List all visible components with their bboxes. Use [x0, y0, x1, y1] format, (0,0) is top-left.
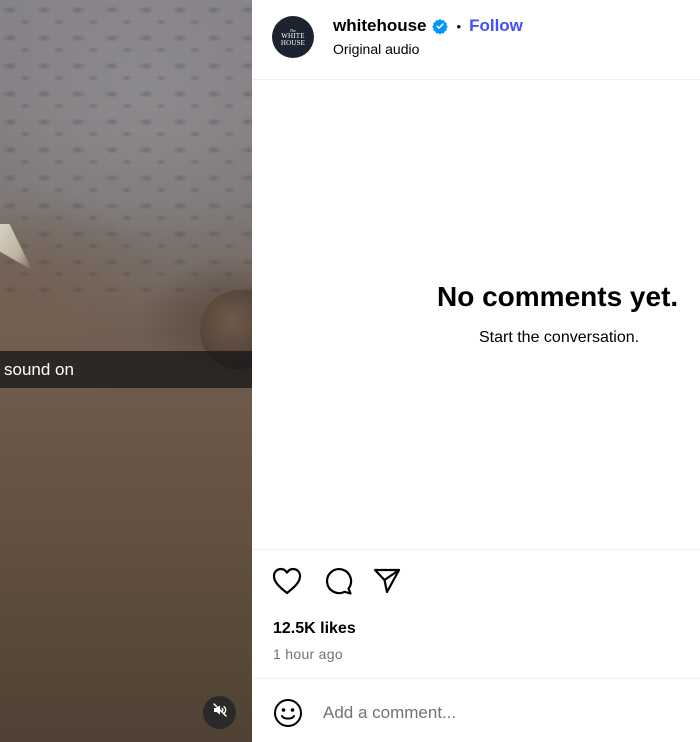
separator-dot: • — [456, 18, 462, 34]
heart-icon — [272, 567, 302, 600]
avatar-text-line2: HOUSE — [280, 38, 306, 47]
speaker-muted-icon — [212, 702, 228, 723]
share-button[interactable] — [371, 567, 403, 599]
add-comment-bar — [252, 680, 700, 742]
username-row: whitehouse • Follow — [333, 15, 523, 37]
mute-toggle-button[interactable] — [203, 696, 236, 729]
follow-button[interactable]: Follow — [469, 16, 523, 36]
sound-on-banner: sound on — [0, 351, 252, 388]
avatar[interactable]: The WHITE HOUSE — [272, 16, 314, 58]
like-button[interactable] — [271, 567, 303, 599]
video-player[interactable]: sound on — [0, 0, 252, 742]
post-timestamp[interactable]: 1 hour ago — [273, 646, 343, 662]
post-header: The WHITE HOUSE whitehouse • Follow Orig… — [252, 0, 700, 80]
likes-count[interactable]: 12.5K likes — [273, 620, 356, 638]
share-icon — [372, 566, 402, 601]
verified-badge-icon — [431, 18, 448, 35]
username-link[interactable]: whitehouse — [333, 16, 427, 36]
empty-comments-subtitle: Start the conversation. — [479, 329, 640, 346]
comment-button[interactable] — [322, 567, 354, 599]
audio-link[interactable]: Original audio — [333, 41, 419, 57]
comments-list: No comments yet. Start the conversation. — [252, 81, 700, 550]
empty-comments-title: No comments yet. — [437, 281, 679, 312]
post-actions: 12.5K likes 1 hour ago — [252, 551, 700, 679]
emoji-icon[interactable] — [273, 698, 303, 728]
video-frame-texture — [0, 0, 252, 292]
comment-icon — [323, 566, 353, 601]
comment-input[interactable] — [323, 700, 683, 726]
post-details-panel: The WHITE HOUSE whitehouse • Follow Orig… — [252, 0, 700, 742]
post-viewer: sound on The WHITE HOUSE whitehouse • Fo… — [0, 0, 700, 742]
